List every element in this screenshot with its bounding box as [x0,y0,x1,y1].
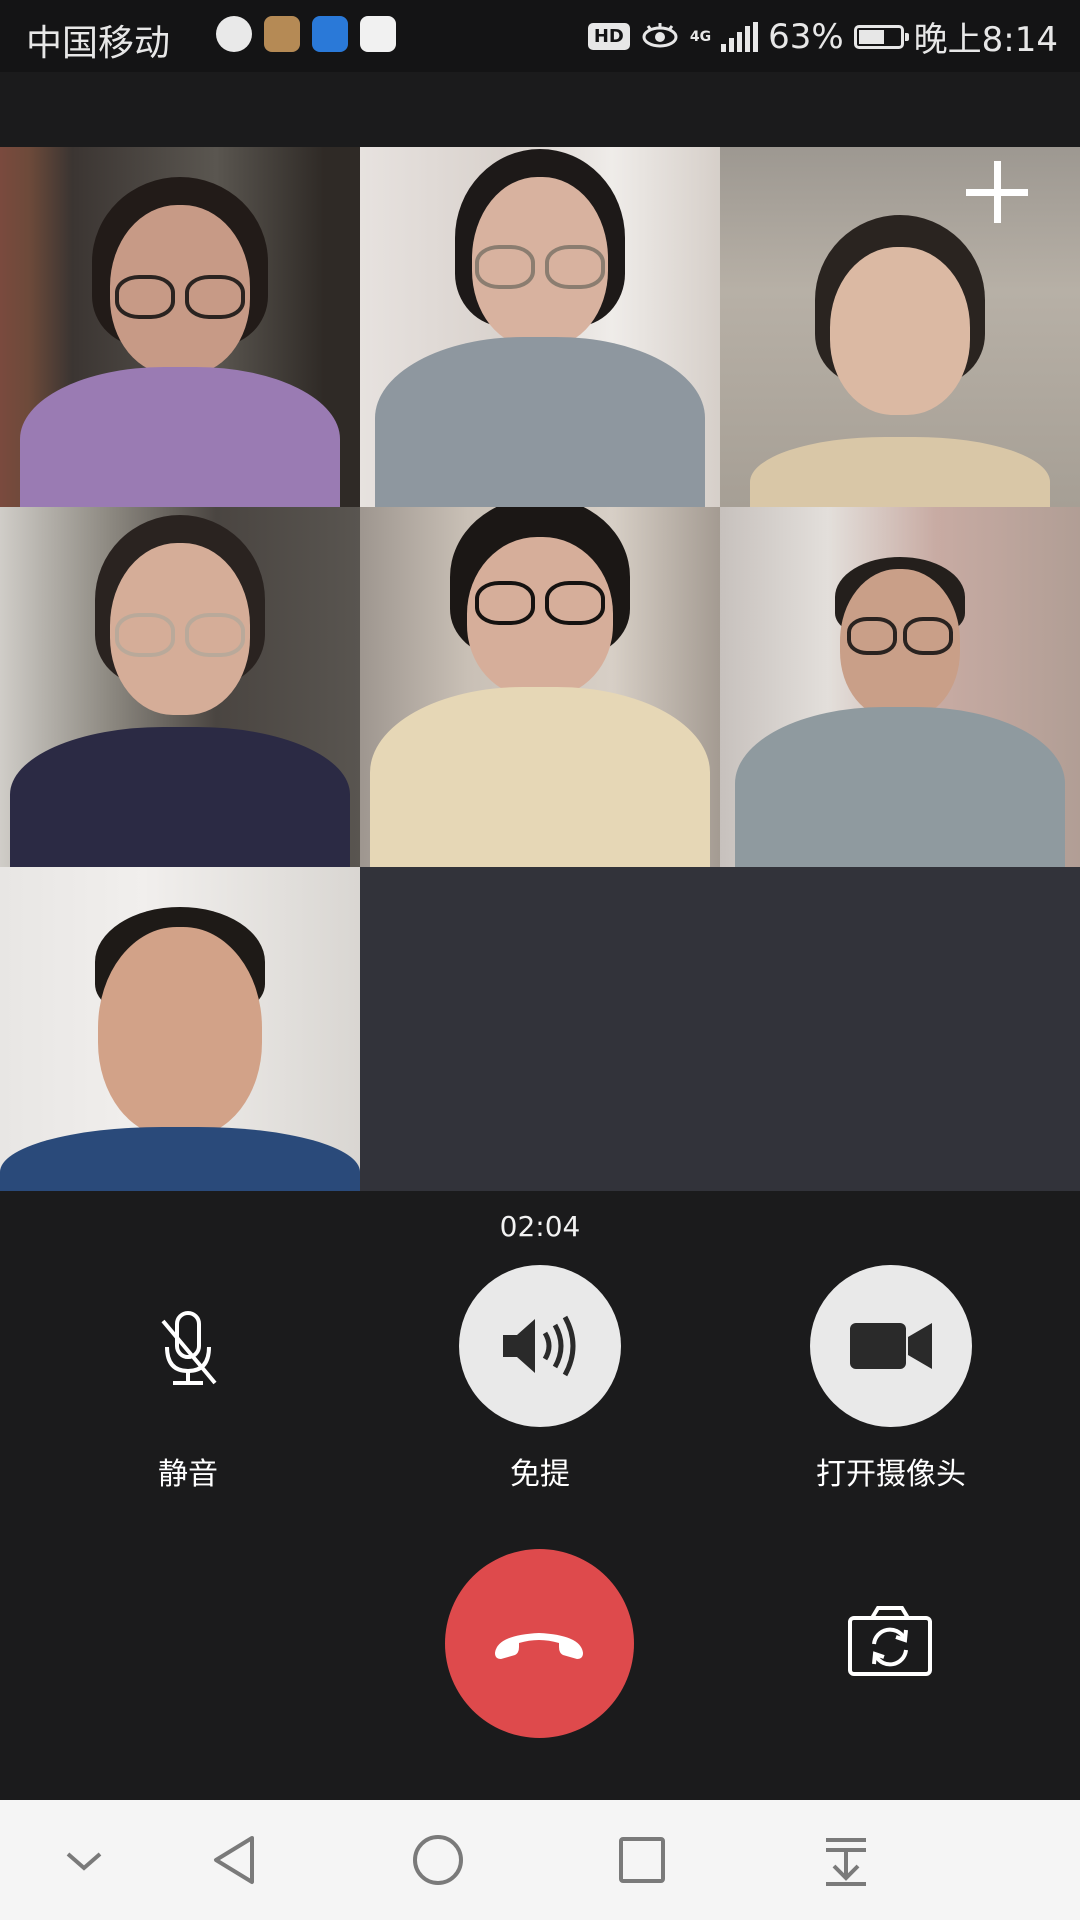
navigation-bar [0,1800,1080,1920]
call-duration: 02:04 [499,1210,581,1243]
mute-label: 静音 [158,1457,218,1492]
recents-square-icon [619,1837,665,1883]
hd-voice-icon: HD [587,23,630,50]
empty-video-slot [720,867,1080,1191]
pull-down-icon [826,1838,866,1886]
participant-video-tile[interactable] [0,867,360,1191]
participant-video-tile[interactable] [720,147,1080,507]
participant-video-tile[interactable] [0,147,360,507]
huawei-app-icon [264,16,300,52]
nav-recents-button[interactable] [612,1830,672,1890]
notification-icons [216,16,396,52]
microphone-muted-icon [161,1311,217,1385]
nav-notifications-button[interactable] [816,1830,876,1890]
speaker-button[interactable]: 免提 [440,1265,640,1493]
back-triangle-icon [214,1836,254,1884]
nav-hide-button[interactable] [54,1830,114,1890]
hangup-button[interactable] [445,1549,634,1738]
camera-toggle-label: 打开摄像头 [816,1457,966,1492]
switch-camera-button[interactable] [842,1602,938,1682]
battery-percent: 63% [768,16,844,57]
nav-back-button[interactable] [204,1830,264,1890]
camera-toggle-button[interactable]: 打开摄像头 [791,1265,991,1493]
clock: 晚上8:14 [913,20,1058,60]
add-participant-button[interactable] [962,157,1032,227]
video-grid [0,147,1080,1191]
battery-icon [853,24,909,49]
mute-button[interactable]: 静音 [88,1265,288,1493]
eye-comfort-icon [642,22,678,47]
participant-video-tile[interactable] [360,507,720,867]
nav-home-button[interactable] [408,1830,468,1890]
home-circle-icon [413,1835,463,1885]
carrier-name: 中国移动 [26,23,171,64]
signal-strength-icon [721,21,759,52]
phone-hangup-icon [495,1633,583,1659]
participant-video-tile[interactable] [360,147,720,507]
speaker-label: 免提 [510,1457,570,1492]
participant-video-tile[interactable] [720,507,1080,867]
empty-video-slot [360,867,720,1191]
camera-switch-icon [848,1606,932,1676]
feather-app-icon [216,16,252,52]
network-type: 4G [689,28,712,45]
shield-app-icon [312,16,348,52]
chevron-down-icon [66,1852,102,1871]
baidu-map-app-icon [360,16,396,52]
participant-video-tile[interactable] [0,507,360,867]
video-camera-icon [850,1323,932,1369]
status-indicators: HD 4G 63% 晚上8:14 [587,12,1058,61]
speaker-icon [503,1315,576,1377]
status-bar: 中国移动 HD 4G 63% 晚上8:14 [0,0,1080,72]
